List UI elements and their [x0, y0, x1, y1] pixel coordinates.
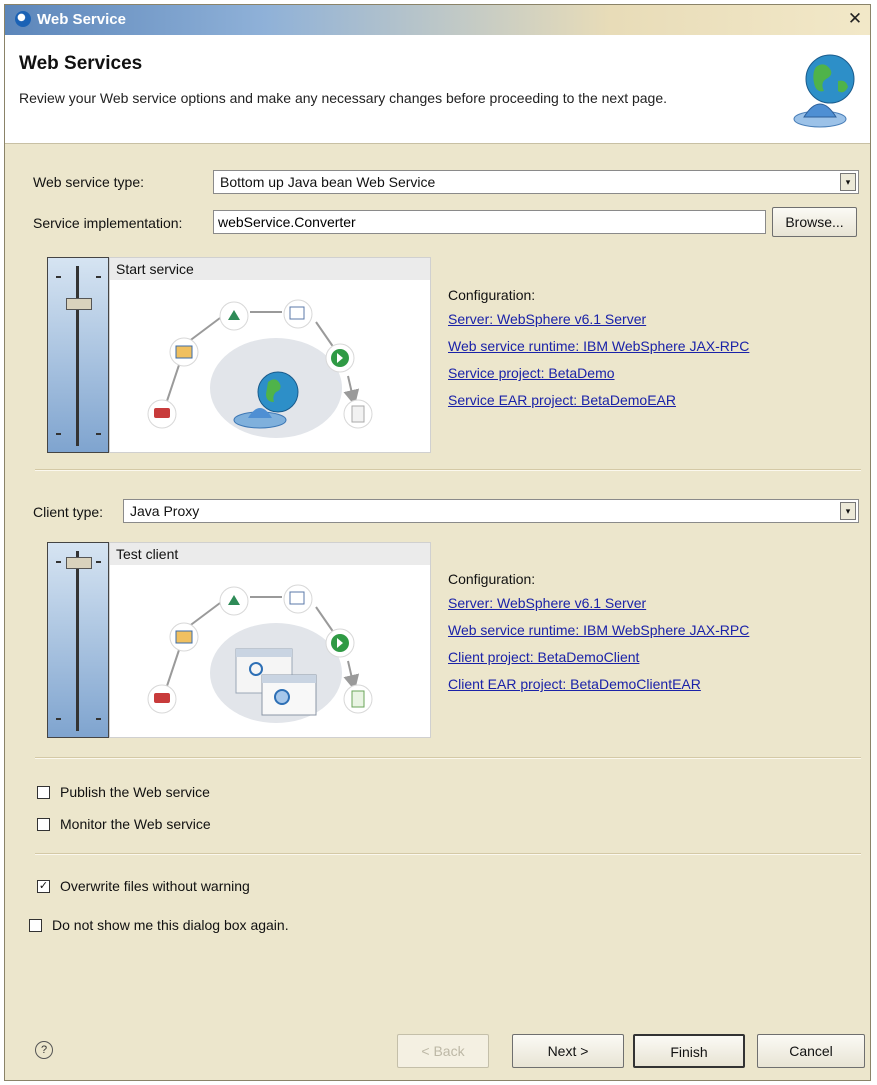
- client-configuration: Configuration: Server: WebSphere v6.1 Se…: [448, 571, 749, 703]
- globe-icon: [793, 54, 855, 128]
- client-ear-project-link[interactable]: Client EAR project: BetaDemoClientEAR: [448, 676, 749, 692]
- next-button[interactable]: Next >: [512, 1034, 624, 1068]
- service-level-slider[interactable]: [47, 257, 109, 453]
- page-description: Review your Web service options and make…: [19, 90, 668, 106]
- checkbox-publish[interactable]: [37, 785, 50, 799]
- client-illustration: Test client: [109, 542, 431, 738]
- close-button[interactable]: ✕: [846, 10, 864, 28]
- service-project-link[interactable]: Service project: BetaDemo: [448, 365, 749, 381]
- monitor-label: Monitor the Web service: [60, 816, 211, 832]
- client-panel-title: Test client: [110, 543, 430, 565]
- checkbox-monitor[interactable]: [37, 817, 50, 831]
- checkbox-overwrite[interactable]: ✓: [37, 879, 50, 893]
- browse-button[interactable]: Browse...: [772, 207, 857, 237]
- dont-show-checkbox[interactable]: Do not show me this dialog box again.: [29, 917, 289, 933]
- overwrite-label: Overwrite files without warning: [60, 878, 250, 894]
- service-impl-label: Service implementation:: [33, 215, 183, 231]
- service-runtime-link[interactable]: Web service runtime: IBM WebSphere JAX-R…: [448, 338, 749, 354]
- divider: [35, 853, 861, 855]
- slider-thumb[interactable]: [66, 298, 92, 310]
- back-button[interactable]: < Back: [397, 1034, 489, 1068]
- service-type-combo[interactable]: Bottom up Java bean Web Service ▾: [213, 170, 859, 194]
- service-type-value: Bottom up Java bean Web Service: [220, 174, 436, 190]
- help-icon[interactable]: ?: [35, 1041, 53, 1059]
- service-config-heading: Configuration:: [448, 287, 536, 303]
- service-impl-field[interactable]: [213, 210, 766, 234]
- divider: [35, 469, 861, 471]
- service-diagram-icon: [147, 299, 373, 438]
- service-server-link[interactable]: Server: WebSphere v6.1 Server: [448, 311, 749, 327]
- service-illustration: Start service: [109, 257, 431, 453]
- title-bar[interactable]: Web Service ✕: [5, 5, 870, 35]
- publish-checkbox[interactable]: Publish the Web service: [37, 784, 210, 800]
- chevron-down-icon[interactable]: ▾: [840, 502, 856, 520]
- slider-thumb[interactable]: [66, 557, 92, 569]
- wizard-header: Web Services Review your Web service opt…: [5, 35, 870, 144]
- client-project-link[interactable]: Client project: BetaDemoClient: [448, 649, 749, 665]
- overwrite-checkbox[interactable]: ✓ Overwrite files without warning: [37, 878, 250, 894]
- client-level-slider[interactable]: [47, 542, 109, 738]
- service-configuration: Configuration: Server: WebSphere v6.1 Se…: [448, 287, 749, 419]
- service-impl-input[interactable]: [214, 211, 765, 233]
- client-type-label: Client type:: [33, 504, 104, 520]
- chevron-down-icon[interactable]: ▾: [840, 173, 856, 191]
- client-diagram-icon: [147, 584, 373, 723]
- cancel-button[interactable]: Cancel: [757, 1034, 865, 1068]
- client-panel: Test client: [47, 542, 437, 738]
- eclipse-icon: [15, 11, 31, 27]
- page-title: Web Services: [19, 53, 143, 74]
- web-service-dialog: Web Service ✕ Web Services Review your W…: [4, 4, 871, 1081]
- client-type-combo[interactable]: Java Proxy ▾: [123, 499, 859, 523]
- divider: [35, 757, 861, 759]
- monitor-checkbox[interactable]: Monitor the Web service: [37, 816, 211, 832]
- client-runtime-link[interactable]: Web service runtime: IBM WebSphere JAX-R…: [448, 622, 749, 638]
- service-type-label: Web service type:: [33, 174, 145, 190]
- service-panel-title: Start service: [110, 258, 430, 280]
- client-server-link[interactable]: Server: WebSphere v6.1 Server: [448, 595, 749, 611]
- dont-show-label: Do not show me this dialog box again.: [52, 917, 289, 933]
- client-type-value: Java Proxy: [130, 503, 200, 519]
- finish-button[interactable]: Finish: [633, 1034, 745, 1068]
- service-panel: Start service: [47, 257, 437, 453]
- client-config-heading: Configuration:: [448, 571, 536, 587]
- window-title: Web Service: [37, 11, 126, 28]
- checkbox-dont-show[interactable]: [29, 918, 42, 932]
- service-ear-project-link[interactable]: Service EAR project: BetaDemoEAR: [448, 392, 749, 408]
- publish-label: Publish the Web service: [60, 784, 210, 800]
